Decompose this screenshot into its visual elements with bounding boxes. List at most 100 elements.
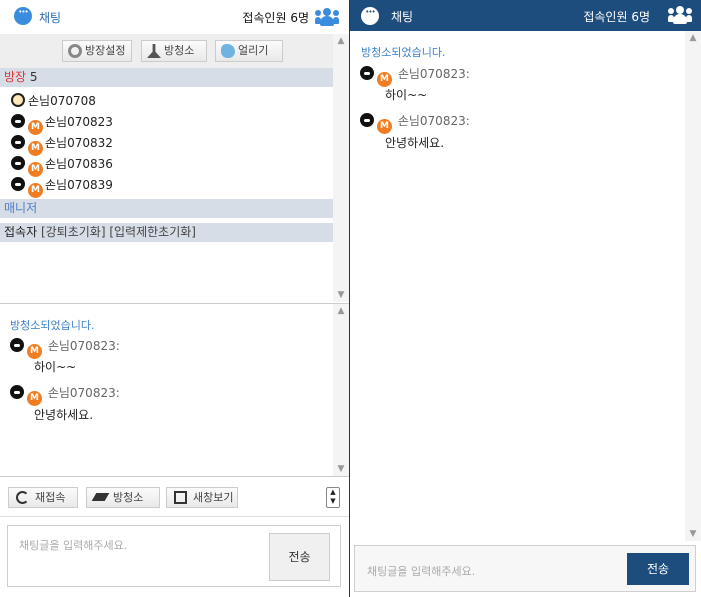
message-user[interactable]: 손님070823:: [398, 67, 470, 81]
user-count: 접속인원 6명: [583, 10, 650, 24]
message-header: M 손님070823:: [360, 65, 470, 87]
ninja-face-icon: [11, 114, 25, 128]
m-badge-icon: M: [28, 141, 43, 156]
viewer-label: 접속자: [4, 225, 38, 239]
chat-title: 채팅: [39, 11, 62, 25]
message-user[interactable]: 손님070823:: [398, 114, 470, 128]
new-window-label: 새창보기: [193, 491, 234, 504]
chat-input[interactable]: 채팅글을 입력해주세요. 전송: [354, 545, 696, 592]
participant-scrollbar[interactable]: ▲ ▼: [333, 34, 349, 302]
message-text: 하이~~: [385, 88, 428, 102]
chat-bubble-icon: [361, 7, 379, 25]
scroll-down-arrow[interactable]: ▼: [333, 288, 349, 302]
owner-count: 5: [29, 70, 38, 84]
ninja-face-icon: [10, 338, 24, 352]
owner-label: 방장: [4, 70, 27, 84]
manager-label: 매니저: [4, 201, 38, 215]
message-header: M 손님070823:: [360, 112, 470, 134]
freeze-label: 얼리기: [238, 44, 269, 57]
participant-name: 손님070839: [45, 178, 113, 192]
m-badge-icon: M: [377, 119, 392, 134]
ninja-face-icon: [11, 135, 25, 149]
clear-room-label: 방청소: [164, 44, 195, 57]
participant-name: 손님070708: [28, 94, 96, 108]
send-button[interactable]: 전송: [627, 553, 689, 585]
system-message: 방청소되었습니다.: [10, 319, 95, 332]
chat-messages: 방청소되었습니다. M 손님070823: 하이~~ M 손님070823: 안…: [350, 31, 685, 541]
m-badge-icon: M: [27, 391, 42, 406]
send-button[interactable]: 전송: [269, 533, 330, 581]
message-user[interactable]: 손님070823:: [48, 339, 120, 353]
message-text: 안녕하세요.: [385, 136, 445, 150]
broom-icon: [147, 44, 161, 58]
message-user[interactable]: 손님070823:: [48, 386, 120, 400]
ninja-face-icon: [360, 113, 374, 127]
viewer-section-header: 접속자 [강퇴초기화] [입력제한초기화]: [0, 223, 333, 242]
reconnect-button[interactable]: 재접속: [8, 487, 78, 508]
chat-header: 채팅 접속인원 6명: [0, 0, 349, 34]
participant-row[interactable]: M 손님070832: [11, 134, 113, 156]
chat-messages: 방청소되었습니다. M 손님070823: 하이~~ M 손님070823: 안…: [0, 304, 333, 476]
participant-list: 방장 5 손님070708 M 손님070823 M 손님070832 M 손님070…: [0, 68, 333, 302]
room-settings-label: 방장설정: [85, 44, 126, 57]
divider: [0, 476, 349, 477]
participant-row[interactable]: M 손님070823: [11, 113, 113, 135]
clear-room-button[interactable]: 방청소: [141, 40, 207, 62]
scroll-down-arrow[interactable]: ▼: [685, 527, 701, 541]
people-icon[interactable]: [668, 6, 692, 24]
room-toolbar: 방장설정 방청소 얼리기: [0, 34, 333, 68]
gear-icon: [68, 44, 82, 58]
reload-icon: [16, 491, 29, 504]
participant-row[interactable]: 손님070708: [11, 92, 96, 110]
chat-input-placeholder: 채팅글을 입력해주세요.: [367, 565, 476, 578]
message-text: 하이~~: [34, 360, 77, 374]
reset-links[interactable]: [강퇴초기화] [입력제한초기화]: [41, 225, 196, 239]
m-badge-icon: M: [28, 162, 43, 177]
chat-scrollbar[interactable]: ▲ ▼: [685, 31, 701, 541]
participant-row[interactable]: M 손님070839: [11, 176, 113, 198]
smile-face-icon: [11, 93, 25, 107]
user-count: 접속인원 6명: [242, 11, 309, 25]
scroll-up-arrow[interactable]: ▲: [333, 34, 349, 48]
chat-input[interactable]: 채팅글을 입력해주세요. 전송: [7, 525, 341, 587]
owner-section-header: 방장 5: [0, 68, 333, 87]
freeze-button[interactable]: 얼리기: [215, 40, 283, 62]
right-chat-panel: 채팅 접속인원 6명 방청소되었습니다. M 손님070823: 하이~~ M …: [350, 0, 701, 597]
eraser-icon: [91, 493, 110, 501]
ninja-face-icon: [360, 66, 374, 80]
message-text: 안녕하세요.: [34, 408, 94, 422]
chat-header: 채팅 접속인원 6명: [350, 0, 701, 31]
scroll-down-arrow[interactable]: ▼: [333, 462, 349, 476]
participant-name: 손님070836: [45, 157, 113, 171]
chat-input-placeholder: 채팅글을 입력해주세요.: [19, 539, 128, 552]
ninja-face-icon: [11, 177, 25, 191]
scroll-up-arrow[interactable]: ▲: [333, 304, 349, 318]
message-header: M 손님070823:: [10, 384, 120, 406]
scroll-up-arrow[interactable]: ▲: [685, 31, 701, 45]
clear-chat-label: 방청소: [113, 491, 144, 504]
people-icon[interactable]: [315, 8, 339, 26]
chat-scrollbar[interactable]: ▲ ▼: [333, 304, 349, 476]
message-header: M 손님070823:: [10, 337, 120, 359]
ice-icon: [221, 44, 235, 58]
m-badge-icon: M: [27, 344, 42, 359]
resize-stepper[interactable]: ▲ ▼: [326, 487, 340, 508]
new-window-icon: [174, 491, 187, 504]
ninja-face-icon: [11, 156, 25, 170]
ninja-face-icon: [10, 385, 24, 399]
left-chat-panel: 채팅 접속인원 6명 방장설정 방청소 얼리기 ▲ ▼ 방장: [0, 0, 349, 597]
clear-chat-button[interactable]: 방청소: [86, 487, 160, 508]
participant-name: 손님070832: [45, 136, 113, 150]
participant-row[interactable]: M 손님070836: [11, 155, 113, 177]
system-message: 방청소되었습니다.: [361, 46, 446, 59]
m-badge-icon: M: [28, 120, 43, 135]
room-settings-button[interactable]: 방장설정: [62, 40, 132, 62]
manager-section-header: 매니저: [0, 199, 333, 218]
chat-title: 채팅: [391, 10, 414, 24]
m-badge-icon: M: [377, 72, 392, 87]
new-window-button[interactable]: 새창보기: [166, 487, 238, 508]
m-badge-icon: M: [28, 183, 43, 198]
chat-bubble-icon: [14, 7, 32, 25]
reconnect-label: 재접속: [35, 491, 66, 504]
participant-name: 손님070823: [45, 115, 113, 129]
